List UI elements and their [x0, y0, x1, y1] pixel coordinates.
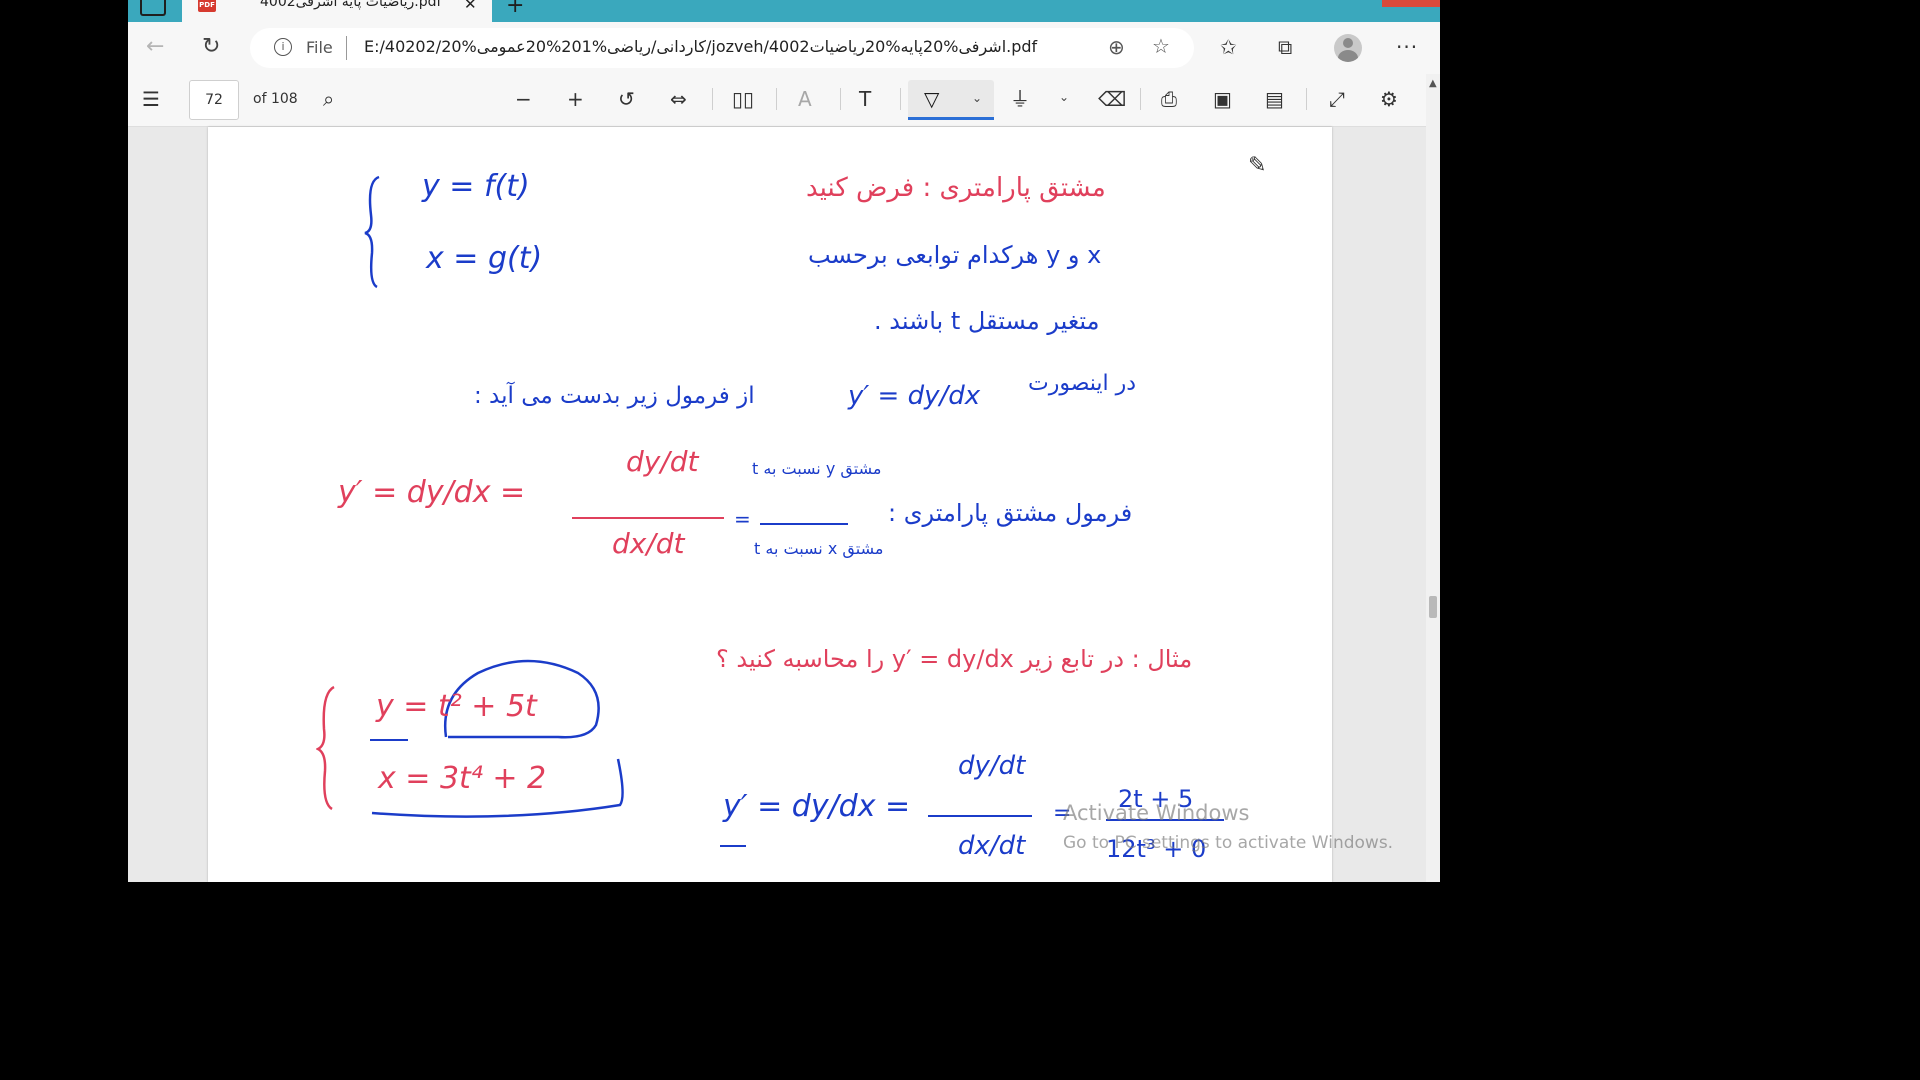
address-bar[interactable]: i File E:/40202/کاردانی/ریاضی%201%20عموم… — [250, 28, 1194, 68]
more-menu-icon[interactable]: ··· — [1396, 35, 1418, 59]
highlight-icon[interactable]: ⏚ — [1010, 87, 1030, 111]
activate-windows-subtitle: Go to PC settings to activate Windows. — [1063, 833, 1394, 853]
pdf-file-icon: PDF — [198, 0, 216, 12]
settings-gear-icon[interactable]: ⚙ — [1380, 87, 1398, 111]
toolbar-divider — [1140, 88, 1141, 110]
formula-denominator: dx/dt — [612, 527, 685, 560]
pencil-icon[interactable]: ✎ — [1248, 153, 1266, 178]
save-as-icon[interactable]: ▤ — [1265, 87, 1284, 111]
formula-label: فرمول مشتق پارامتری : — [888, 499, 1133, 527]
blue-box-highlight — [371, 758, 624, 818]
scroll-up-icon[interactable]: ▲ — [1429, 78, 1437, 89]
print-icon[interactable]: ⎙ — [1161, 87, 1177, 111]
note-dy-dt: مشتق y نسبت به t — [752, 459, 882, 478]
toolbar-divider — [900, 88, 901, 110]
toolbar-divider — [1306, 88, 1307, 110]
text-from-formula: از فرمول زیر بدست می آید : — [474, 383, 755, 409]
note-fraction-bar — [760, 523, 848, 525]
reload-icon[interactable]: ↻ — [202, 34, 220, 59]
rotate-icon[interactable]: ↺ — [618, 87, 635, 111]
info-icon[interactable]: i — [274, 38, 292, 56]
chevron-down-icon[interactable]: ⌄ — [972, 91, 982, 105]
contents-list-icon[interactable]: ☰ — [142, 87, 160, 111]
fraction-bar — [572, 517, 724, 519]
fit-width-icon[interactable]: ⇔ — [670, 87, 687, 111]
address-toolbar: ← ↻ i File E:/40202/کاردانی/ریاضی%201%20… — [128, 22, 1440, 74]
pdf-page[interactable]: ✎ y = f(t) x = g(t) مشتق پارامتری : فرض … — [208, 127, 1393, 882]
avatar[interactable] — [1334, 34, 1362, 62]
heading-parametric-derivative: مشتق پارامتری : فرض کنید — [806, 173, 1106, 203]
save-icon[interactable]: ▣ — [1213, 87, 1232, 111]
page-total: of 108 — [253, 91, 298, 107]
search-icon[interactable]: ⌕ — [323, 87, 334, 111]
underline-y — [370, 739, 408, 741]
example-result-lhs: y′ = dy/dx = — [723, 789, 911, 824]
text-line-2: x و y هرکدام توابعی برحسب — [808, 241, 1102, 269]
pdf-toolbar: ☰ 72 of 108 ⌕ − + ↺ ⇔ ▯▯ A T ▽ ⌄ ⏚ ⌄ ⌫ ⎙… — [128, 74, 1440, 127]
chevron-down-icon[interactable]: ⌄ — [1059, 90, 1069, 104]
back-arrow-icon[interactable]: ← — [146, 34, 164, 59]
favorites-icon[interactable]: ✩ — [1220, 35, 1237, 59]
draw-icon: ▽ — [924, 87, 940, 111]
scroll-thumb[interactable] — [1429, 596, 1437, 618]
text-line-3: متغیر مستقل t باشند . — [874, 307, 1100, 335]
add-favorite-icon[interactable]: ☆ — [1152, 34, 1170, 58]
close-tab-icon[interactable]: ✕ — [464, 0, 477, 13]
left-letterbox — [0, 0, 128, 882]
eq-x-g-t: x = g(t) — [426, 241, 543, 276]
draw-tool-button[interactable]: ▽ ⌄ — [908, 80, 994, 120]
underline-result — [720, 845, 746, 847]
toolbar-divider — [840, 88, 841, 110]
document-viewport[interactable]: ✎ y = f(t) x = g(t) مشتق پارامتری : فرض … — [128, 127, 1426, 882]
equals-sign: = — [734, 507, 751, 531]
file-label: File — [306, 38, 333, 57]
url-text[interactable]: E:/40202/کاردانی/ریاضی%201%20عمومی%20/jo… — [364, 37, 1037, 56]
text-in-this-case: در اینصورت — [1028, 371, 1137, 396]
page-view-icon[interactable]: ▯▯ — [732, 87, 754, 111]
right-letterbox — [1440, 0, 1568, 882]
browser-window: PDF ریاضیات پایه اشرفی4002.pdf ✕ + ← ↻ i… — [128, 0, 1440, 882]
new-tab-button[interactable]: + — [506, 0, 524, 18]
eraser-icon[interactable]: ⌫ — [1098, 87, 1126, 111]
toolbar-divider — [712, 88, 713, 110]
tab-title: ریاضیات پایه اشرفی4002.pdf — [260, 0, 442, 10]
activate-windows-title: Activate Windows — [1063, 801, 1250, 825]
active-tool-indicator — [908, 117, 994, 120]
note-dx-dt: مشتق x نسبت به t — [754, 539, 884, 558]
zoom-icon[interactable]: ⊕ — [1108, 35, 1125, 59]
formula-numerator: dy/dt — [626, 445, 699, 478]
left-brace-blue — [364, 175, 380, 289]
read-aloud-icon[interactable]: A — [798, 87, 812, 111]
example-fraction-bar — [928, 815, 1032, 817]
vertical-scrollbar[interactable]: ▲ — [1426, 74, 1440, 882]
example-eq-y: y = t² + 5t — [376, 689, 537, 724]
tab-pdf[interactable]: PDF ریاضیات پایه اشرفی4002.pdf ✕ — [182, 0, 492, 22]
left-brace-red — [316, 685, 335, 811]
toolbar-divider — [776, 88, 777, 110]
address-separator — [346, 36, 347, 60]
eq-y-f-t: y = f(t) — [422, 169, 530, 204]
page-number-input[interactable]: 72 — [189, 80, 239, 120]
zoom-out-icon[interactable]: − — [515, 87, 532, 111]
fullscreen-icon[interactable]: ⤢ — [1329, 87, 1345, 111]
tab-strip: PDF ریاضیات پایه اشرفی4002.pdf ✕ + — [128, 0, 1440, 22]
text-tool-icon[interactable]: T — [859, 87, 871, 111]
formula-lhs: y′ = dy/dx = — [338, 475, 526, 510]
example-result-den: dx/dt — [958, 831, 1026, 861]
tab-actions-icon[interactable] — [140, 0, 166, 16]
example-title: مثال : در تابع زیر y′ = dy/dx را محاسبه … — [716, 645, 1193, 673]
zoom-in-icon[interactable]: + — [567, 87, 584, 111]
example-result-num: dy/dt — [958, 751, 1026, 781]
frac-dy-dx: y′ = dy/dx — [848, 381, 981, 411]
collections-icon[interactable]: ⧉ — [1278, 35, 1292, 59]
window-close-edge[interactable] — [1382, 0, 1440, 7]
